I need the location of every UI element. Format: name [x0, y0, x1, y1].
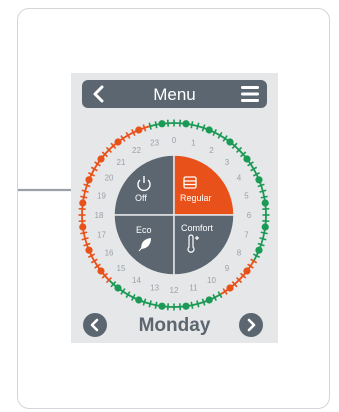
quarter-tick [148, 122, 152, 130]
mode-quadrants [113, 154, 235, 276]
mode-eco-label: Eco [136, 225, 152, 235]
quarter-tick [259, 237, 267, 241]
half-hour-dot[interactable] [205, 126, 213, 134]
half-hour-dot[interactable] [205, 296, 213, 304]
hour-label: 7 [244, 230, 249, 239]
half-hour-dot[interactable] [158, 302, 166, 310]
half-hour-dot[interactable] [255, 176, 263, 184]
quarter-tick [154, 121, 158, 129]
quarter-tick [257, 242, 265, 247]
quarter-tick [81, 189, 89, 193]
half-hour-dot[interactable] [114, 284, 122, 292]
hour-label: 3 [225, 158, 230, 167]
half-hour-dot[interactable] [97, 155, 105, 163]
half-hour-dot[interactable] [158, 120, 166, 128]
hour-label: 16 [105, 249, 114, 258]
quarter-tick [201, 298, 206, 306]
half-hour-dot[interactable] [114, 138, 122, 146]
half-hour-dot[interactable] [261, 199, 269, 207]
half-hour-dot[interactable] [182, 302, 190, 310]
half-hour-dot[interactable] [79, 223, 87, 231]
quarter-tick [190, 121, 194, 129]
half-hour-dot[interactable] [226, 138, 234, 146]
half-hour-dot[interactable] [135, 296, 143, 304]
hour-label: 1 [191, 139, 196, 148]
half-hour-dot[interactable] [85, 176, 93, 184]
quarter-tick [148, 300, 152, 308]
next-day-button[interactable] [239, 313, 263, 337]
half-hour-dot[interactable] [261, 223, 269, 231]
quarter-tick [257, 183, 265, 188]
half-hour-dot[interactable] [255, 246, 263, 254]
quarter-tick [83, 183, 91, 188]
half-hour-dot[interactable] [135, 126, 143, 134]
hour-label: 8 [237, 249, 242, 258]
hour-label: 5 [244, 192, 249, 201]
quarter-tick [190, 301, 194, 309]
hour-label: 2 [209, 146, 214, 155]
hour-label: 9 [225, 264, 230, 273]
quarter-tick [81, 237, 89, 241]
quarter-tick [80, 195, 88, 199]
hour-label: 11 [189, 283, 198, 292]
quarter-tick [142, 298, 147, 306]
quarter-tick [154, 301, 158, 309]
chevron-right-icon [247, 318, 256, 332]
hour-label: 22 [132, 146, 141, 155]
day-navigation: Monday [71, 310, 278, 340]
schedule-dial: Off Regular Eco Comfort 0 123456789101112… [78, 119, 270, 311]
half-hour-dot[interactable] [226, 284, 234, 292]
hour-label: 20 [105, 174, 114, 183]
mode-regular-label: Regular [180, 193, 212, 203]
mode-off-label: Off [135, 193, 147, 203]
quarter-tick [260, 195, 268, 199]
hour-label: 23 [150, 139, 159, 148]
thermostat-screen: Menu Off Regular Eco Comfort 0 1 2 3 4 5… [71, 73, 278, 343]
quarter-tick [260, 231, 268, 235]
hour-label: 19 [97, 192, 106, 201]
quarter-tick [259, 189, 267, 193]
half-hour-dot[interactable] [85, 246, 93, 254]
mode-comfort-label: Comfort [181, 223, 214, 233]
half-hour-dot[interactable] [182, 120, 190, 128]
hour-label: 12 [170, 286, 179, 295]
hour-label: 10 [207, 276, 216, 285]
hour-label: 15 [117, 264, 126, 273]
hour-label: 21 [117, 158, 126, 167]
half-hour-dot[interactable] [97, 267, 105, 275]
hour-label: 13 [150, 283, 159, 292]
quarter-tick [142, 124, 147, 132]
quarter-tick [196, 122, 200, 130]
quarter-tick [80, 231, 88, 235]
hour-label: 18 [95, 211, 104, 220]
quarter-tick [83, 242, 91, 247]
quarter-tick [201, 124, 206, 132]
half-hour-dot[interactable] [243, 267, 251, 275]
hour-label: 6 [247, 211, 252, 220]
hour-label: 17 [97, 230, 106, 239]
half-hour-dot[interactable] [243, 155, 251, 163]
hour-label: 14 [132, 276, 141, 285]
hour-label: 0 [172, 136, 177, 145]
half-hour-dot[interactable] [79, 199, 87, 207]
hour-label: 4 [237, 174, 242, 183]
quarter-tick [196, 300, 200, 308]
